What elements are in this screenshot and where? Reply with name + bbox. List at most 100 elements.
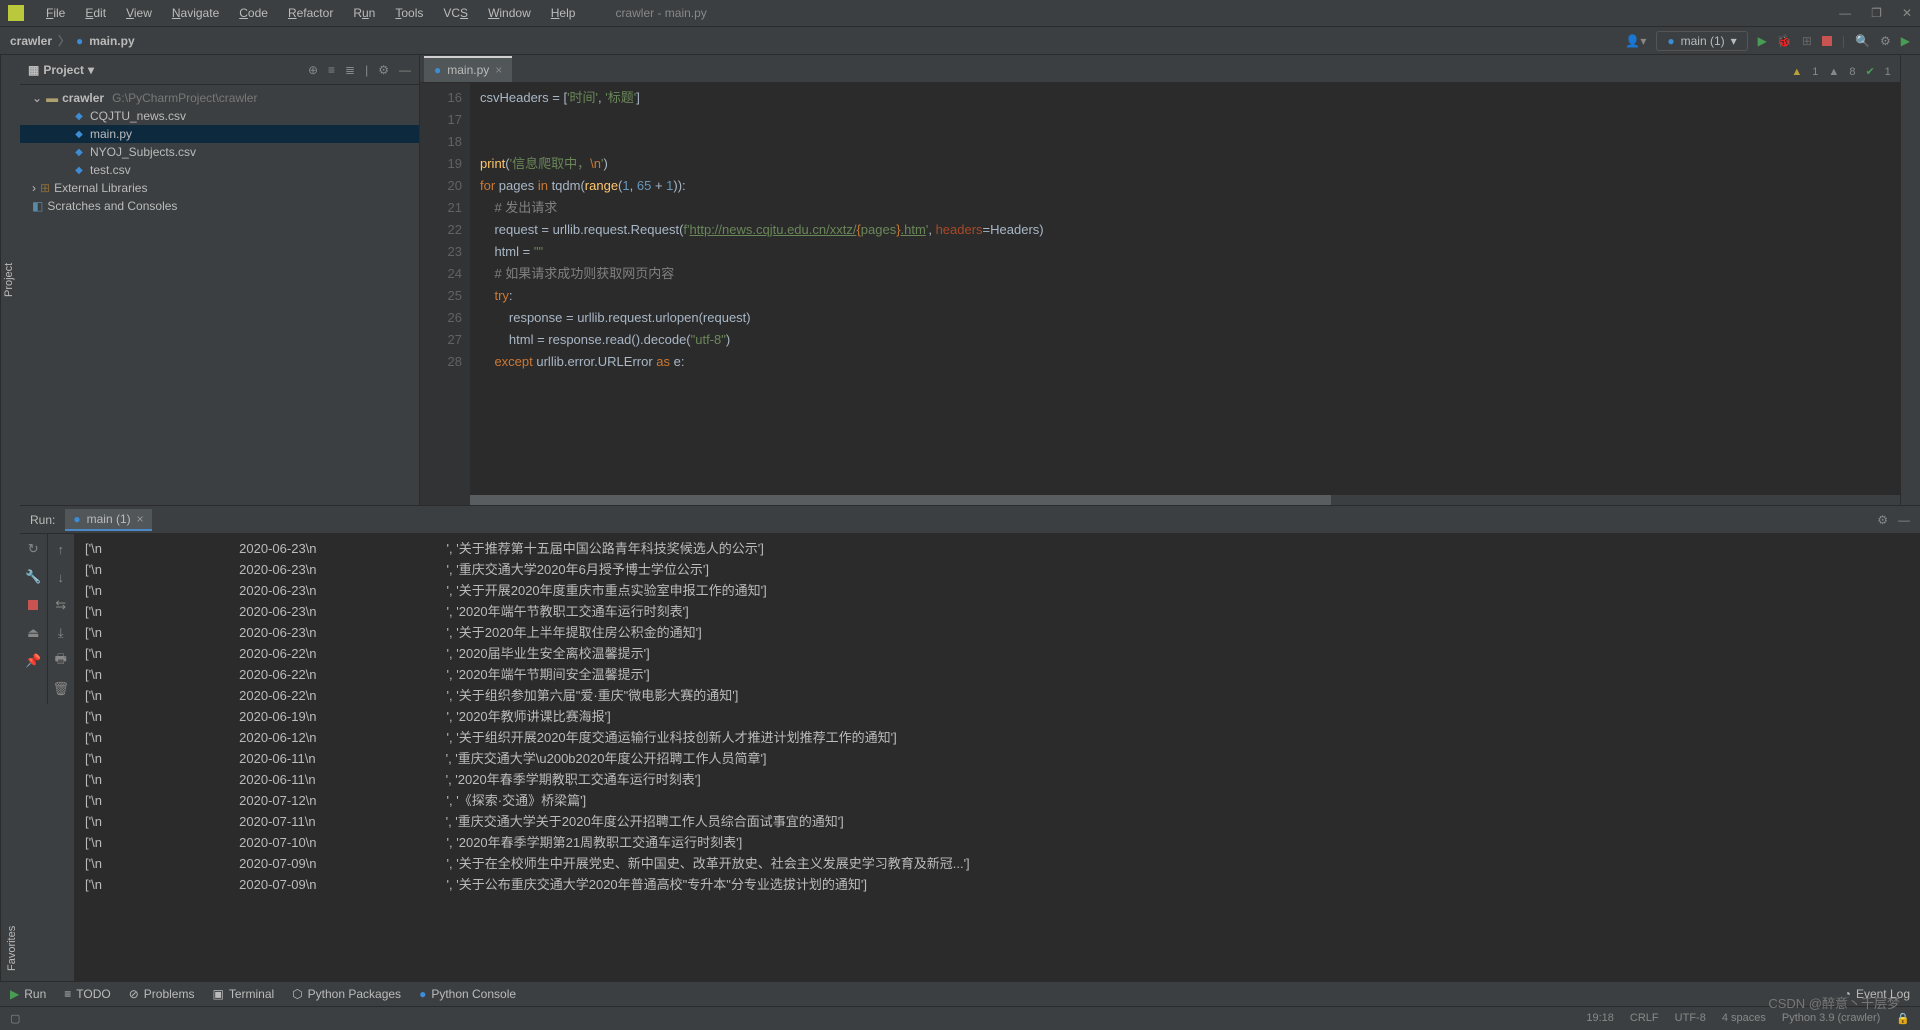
file-name: main.py bbox=[90, 127, 132, 141]
close-icon[interactable]: × bbox=[137, 512, 144, 526]
menu-file[interactable]: File bbox=[36, 2, 75, 24]
close-icon[interactable]: ✕ bbox=[1902, 6, 1912, 20]
tab-label: main.py bbox=[447, 63, 489, 77]
run-header: Run: ● main (1) × ⚙ — bbox=[20, 506, 1920, 534]
run-label: Run bbox=[24, 987, 46, 1001]
menu-run[interactable]: Run bbox=[343, 2, 385, 24]
root-path: G:\PyCharmProject\crawler bbox=[112, 91, 257, 105]
file-name: test.csv bbox=[90, 163, 131, 177]
maximize-icon[interactable]: ❐ bbox=[1871, 6, 1882, 20]
run-tab[interactable]: ● main (1) × bbox=[65, 509, 151, 531]
titlebar: File Edit View Navigate Code Refactor Ru… bbox=[0, 0, 1920, 27]
file-encoding[interactable]: UTF-8 bbox=[1675, 1012, 1706, 1025]
print-icon[interactable]: 🖶 bbox=[48, 652, 74, 670]
check-count: 1 bbox=[1885, 66, 1891, 78]
scrollbar-thumb[interactable] bbox=[470, 495, 1331, 505]
exit-icon[interactable]: ⏏ bbox=[20, 624, 46, 642]
breadcrumb-file[interactable]: main.py bbox=[89, 34, 134, 48]
tree-file[interactable]: ◆CQJTU_news.csv bbox=[20, 107, 419, 125]
tree-external-libs[interactable]: › ⊞ External Libraries bbox=[20, 179, 419, 197]
coverage-button[interactable]: ⊞ bbox=[1802, 34, 1812, 48]
rerun-button[interactable]: ↻ bbox=[20, 540, 46, 558]
run-tab-label: main (1) bbox=[87, 512, 131, 526]
problems-tool-button[interactable]: ⊘ Problems bbox=[129, 987, 195, 1001]
tree-scratches[interactable]: ◧ Scratches and Consoles bbox=[20, 197, 419, 215]
trash-icon[interactable]: 🗑 bbox=[48, 680, 74, 698]
pypkg-label: Python Packages bbox=[308, 987, 401, 1001]
code-editor[interactable]: 16171819202122232425262728 csvHeaders = … bbox=[420, 83, 1920, 505]
menu-help[interactable]: Help bbox=[541, 2, 586, 24]
tree-file[interactable]: ◆NYOJ_Subjects.csv bbox=[20, 143, 419, 161]
gear-icon[interactable]: ⚙ bbox=[1877, 513, 1888, 527]
python-file-icon: ● bbox=[434, 63, 441, 77]
project-panel-header: ▦ Project ▾ ⊕ ≡ ≣ | ⚙ — bbox=[20, 55, 419, 85]
editor-tab-main[interactable]: ● main.py × bbox=[424, 56, 512, 82]
project-title-text: Project bbox=[43, 63, 84, 77]
tree-file[interactable]: ◆main.py bbox=[20, 125, 419, 143]
gutter[interactable]: 16171819202122232425262728 bbox=[420, 83, 470, 505]
indent[interactable]: 4 spaces bbox=[1722, 1012, 1766, 1025]
sidebar-favorites-tab[interactable]: Favorites bbox=[6, 515, 18, 971]
navbar: crawler 〉 ● main.py 👤▾ ● main (1) ▾ ▶ 🐞 … bbox=[0, 27, 1920, 55]
search-icon[interactable]: 🔍 bbox=[1855, 34, 1870, 48]
down-icon[interactable]: ↓ bbox=[48, 568, 74, 586]
lock-icon[interactable]: 🔒 bbox=[1896, 1012, 1910, 1025]
todo-tool-button[interactable]: ≡TODO bbox=[64, 987, 110, 1001]
hide-icon[interactable]: — bbox=[399, 63, 411, 77]
problems-label: Problems bbox=[144, 987, 195, 1001]
line-separator[interactable]: CRLF bbox=[1630, 1012, 1659, 1025]
menu-code[interactable]: Code bbox=[229, 2, 278, 24]
package-icon: ⬡ bbox=[292, 987, 302, 1001]
hide-icon[interactable]: — bbox=[1898, 513, 1910, 527]
pin-icon[interactable]: 📌 bbox=[20, 652, 46, 670]
menu-edit[interactable]: Edit bbox=[75, 2, 116, 24]
code-content[interactable]: csvHeaders = ['时间', '标题'] print('信息爬取中，\… bbox=[470, 83, 1920, 505]
caret-position[interactable]: 19:18 bbox=[1586, 1012, 1614, 1025]
menu-refactor[interactable]: Refactor bbox=[278, 2, 343, 24]
python-console-button[interactable]: ●Python Console bbox=[419, 987, 516, 1001]
tree-file[interactable]: ◆test.csv bbox=[20, 161, 419, 179]
expand-all-icon[interactable]: ≡ bbox=[328, 63, 335, 77]
project-tree[interactable]: ⌄ ▬ crawler G:\PyCharmProject\crawler ◆C… bbox=[20, 85, 419, 505]
run-output[interactable]: ['\n 2020-06-23\n ', '关于推荐第十五届中国公路青年科技奖候… bbox=[75, 534, 1920, 995]
event-log-button[interactable]: ◔Event Log bbox=[1844, 987, 1910, 1001]
file-icon: ◆ bbox=[72, 145, 86, 159]
collapse-all-icon[interactable]: ≣ bbox=[345, 63, 355, 77]
terminal-tool-button[interactable]: ▣Terminal bbox=[212, 987, 274, 1001]
problems-icon: ⊘ bbox=[129, 987, 139, 1001]
horizontal-scrollbar[interactable] bbox=[470, 495, 1905, 505]
menu-view[interactable]: View bbox=[116, 2, 162, 24]
scroll-icon[interactable]: ⤓ bbox=[48, 624, 74, 642]
wrap-icon[interactable]: ⇆ bbox=[48, 596, 74, 614]
menu-tools[interactable]: Tools bbox=[385, 2, 433, 24]
run-button[interactable]: ▶ bbox=[1758, 34, 1767, 48]
stop-button[interactable] bbox=[20, 596, 46, 614]
project-panel-title[interactable]: ▦ Project ▾ bbox=[28, 63, 302, 77]
editor-area: ● main.py × ▲1 ▲8 ✔1 ⌃ 16171819202122232… bbox=[420, 55, 1920, 505]
run-anything-icon[interactable]: ▶ bbox=[1901, 34, 1910, 48]
minimize-icon[interactable]: — bbox=[1839, 6, 1851, 20]
scratches-label: Scratches and Consoles bbox=[47, 199, 177, 213]
menu-vcs[interactable]: VCS bbox=[433, 2, 478, 24]
settings-icon[interactable]: ⚙ bbox=[1880, 34, 1891, 48]
tool-window-icon[interactable]: ▢ bbox=[10, 1012, 20, 1025]
wrench-icon[interactable]: 🔧 bbox=[20, 568, 46, 586]
menu-navigate[interactable]: Navigate bbox=[162, 2, 229, 24]
close-tab-icon[interactable]: × bbox=[495, 63, 502, 77]
breadcrumb[interactable]: crawler 〉 ● main.py bbox=[10, 32, 135, 49]
interpreter[interactable]: Python 3.9 (crawler) bbox=[1782, 1012, 1880, 1025]
menu-window[interactable]: Window bbox=[478, 2, 541, 24]
run-tool-button[interactable]: ▶Run bbox=[10, 987, 46, 1001]
terminal-icon: ▣ bbox=[212, 987, 223, 1001]
user-icon[interactable]: 👤▾ bbox=[1625, 34, 1646, 48]
tree-root[interactable]: ⌄ ▬ crawler G:\PyCharmProject\crawler bbox=[20, 89, 419, 107]
gear-icon[interactable]: ⚙ bbox=[378, 63, 389, 77]
stop-button[interactable] bbox=[1822, 36, 1832, 46]
debug-button[interactable]: 🐞 bbox=[1777, 34, 1792, 48]
up-icon[interactable]: ↑ bbox=[48, 540, 74, 558]
sidebar-project-tab[interactable]: Project bbox=[3, 63, 15, 497]
locate-icon[interactable]: ⊕ bbox=[308, 63, 318, 77]
run-config-selector[interactable]: ● main (1) ▾ bbox=[1656, 31, 1747, 51]
python-packages-button[interactable]: ⬡ Python Packages bbox=[292, 987, 401, 1001]
breadcrumb-project[interactable]: crawler bbox=[10, 34, 52, 48]
